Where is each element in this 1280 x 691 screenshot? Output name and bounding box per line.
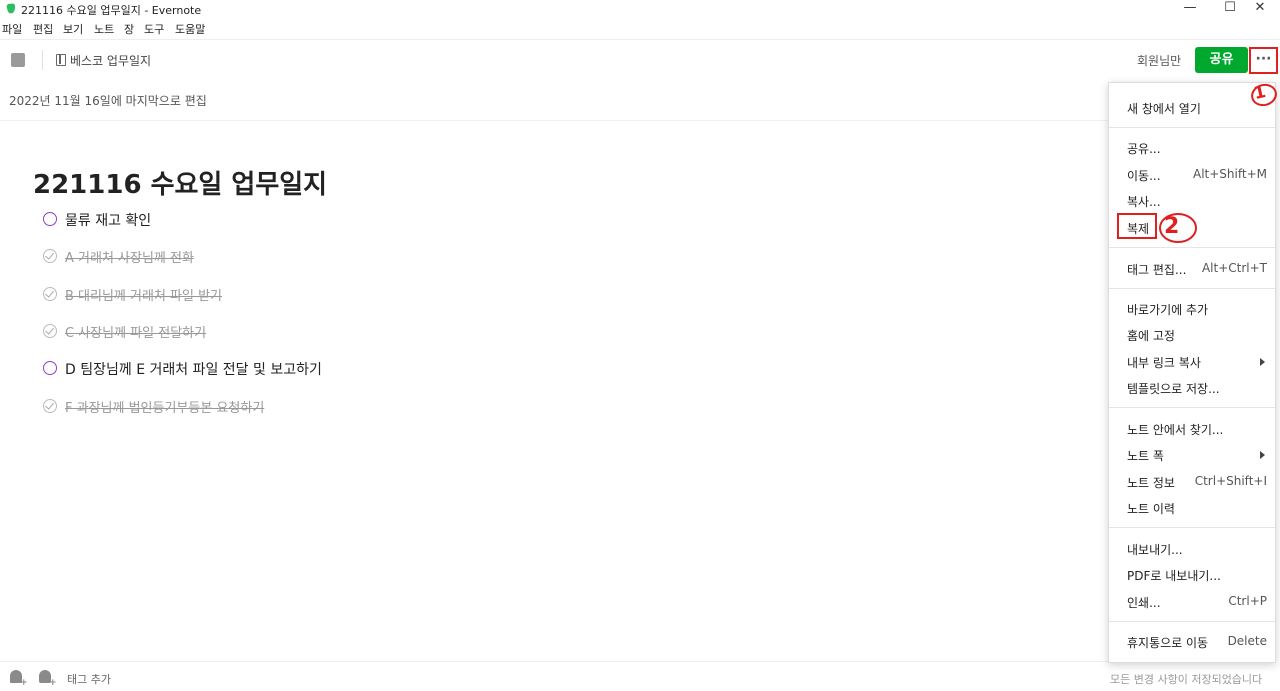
submenu-arrow-icon [1260,451,1265,459]
menu-separator [1109,621,1275,622]
divider [42,50,43,70]
close-button[interactable]: ✕ [1240,0,1280,18]
shortcut-label: Delete [1227,634,1267,648]
menu-item-find-in-note[interactable]: 노트 안에서 찾기... [1127,421,1223,438]
menu-item-share[interactable]: 공유... [1127,140,1161,157]
plus-icon: + [49,678,57,688]
menu-item-copy-internal-link[interactable]: 내부 링크 복사 [1127,354,1201,371]
task-checkbox[interactable] [43,361,57,375]
title-bar: 221116 수요일 업무일지 - Evernote — ☐ ✕ [0,0,1280,18]
shortcut-label: Ctrl+P [1228,594,1267,608]
minimize-button[interactable]: — [1170,0,1210,18]
shortcut-label: Ctrl+Shift+I [1194,474,1267,488]
more-actions-button[interactable]: ··· [1249,47,1278,74]
annotation-circle-icon [1159,213,1197,243]
task-checkbox-checked[interactable] [43,324,57,338]
menu-separator [1109,407,1275,408]
annotation-circle-icon [1251,83,1277,107]
menu-item-edit-tags[interactable]: 태그 편집... [1127,261,1186,278]
divider [0,120,1110,121]
more-actions-menu: 새 창에서 열기 공유... 이동... Alt+Shift+M 복사... 복… [1108,82,1276,663]
menu-chapter[interactable]: 장 [124,21,134,37]
menu-item-note-info[interactable]: 노트 정보 [1127,474,1175,491]
menu-item-move[interactable]: 이동... [1127,167,1161,184]
menu-separator [1109,288,1275,289]
menu-file[interactable]: 파일 [2,21,22,37]
expand-icon[interactable] [11,53,25,67]
menu-item-note-history[interactable]: 노트 이력 [1127,500,1175,517]
notebook-icon [56,54,66,66]
divider [0,661,1110,662]
menu-item-export-pdf[interactable]: PDF로 내보내기... [1127,567,1221,584]
note-title[interactable]: 221116 수요일 업무일지 [33,164,327,201]
task-text[interactable]: B 대리님께 거래처 파일 받기 [65,285,222,304]
shortcut-label: Alt+Ctrl+T [1201,261,1267,275]
notebook-name[interactable]: 베스코 업무일지 [70,52,151,69]
submenu-arrow-icon [1260,358,1265,366]
menu-separator [1109,527,1275,528]
menu-item-note-width[interactable]: 노트 폭 [1127,447,1164,464]
add-tag-label[interactable]: 태그 추가 [67,671,111,687]
menu-separator [1109,247,1275,248]
menu-note[interactable]: 노트 [94,21,114,37]
annotation-highlight-box [1117,213,1157,239]
task-checkbox-checked[interactable] [43,287,57,301]
share-button[interactable]: 공유 [1195,47,1248,73]
task-checkbox-checked[interactable] [43,249,57,263]
menu-item-move-trash[interactable]: 휴지통으로 이동 [1127,634,1208,651]
menu-view[interactable]: 보기 [63,21,83,37]
window-title: 221116 수요일 업무일지 - Evernote [21,4,202,17]
shortcut-label: Alt+Shift+M [1193,167,1267,181]
task-text[interactable]: D 팀장님께 E 거래처 파일 전달 및 보고하기 [65,359,322,379]
task-text[interactable]: C 사장님께 파일 전달하기 [65,322,206,341]
task-text[interactable]: 물류 재고 확인 [65,210,151,230]
menu-help[interactable]: 도움말 [175,21,205,37]
menu-item-print[interactable]: 인쇄... [1127,594,1161,611]
share-status-label[interactable]: 회원님만 [1137,52,1181,69]
menu-tools[interactable]: 도구 [144,21,164,37]
menu-item-pin-home[interactable]: 홈에 고정 [1127,327,1175,344]
evernote-logo-icon [6,3,16,14]
task-checkbox[interactable] [43,212,57,226]
save-status: 모든 변경 사항이 저장되었습니다 [1110,673,1263,686]
menu-item-add-shortcut[interactable]: 바로가기에 추가 [1127,301,1208,318]
plus-icon: + [20,678,28,688]
menu-item-export[interactable]: 내보내기... [1127,541,1183,558]
menu-item-open-new-window[interactable]: 새 창에서 열기 [1127,100,1201,117]
task-text[interactable]: F 과장님께 법인등기부등본 요청하기 [65,397,264,416]
menu-item-save-template[interactable]: 템플릿으로 저장... [1127,380,1220,397]
task-checkbox-checked[interactable] [43,399,57,413]
task-text[interactable]: A 거래처 사장님께 전화 [65,247,194,266]
divider [0,39,1280,40]
menu-separator [1109,127,1275,128]
menu-edit[interactable]: 편집 [33,21,53,37]
menu-item-copy[interactable]: 복사... [1127,193,1161,210]
last-edited-label: 2022년 11월 16일에 마지막으로 편집 [9,94,207,108]
